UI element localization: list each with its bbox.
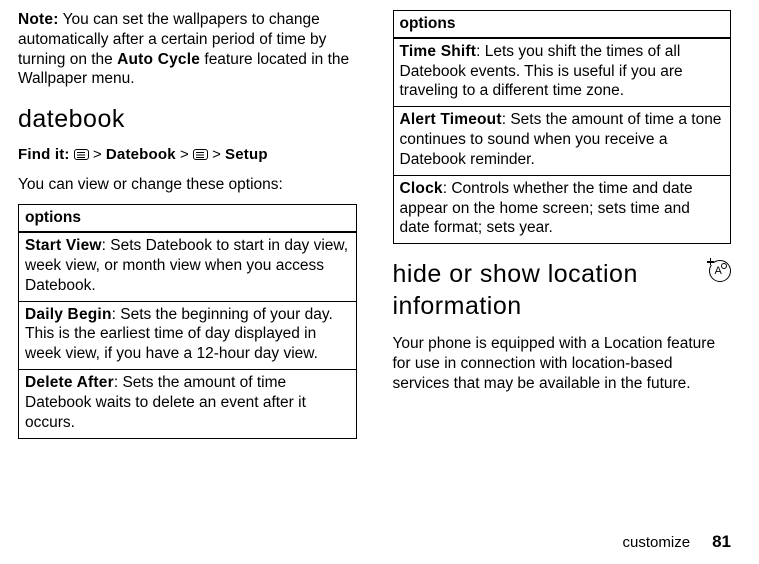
table-row: Delete After: Sets the amount of time Da… bbox=[19, 370, 357, 438]
wallpaper-note: Note: You can set the wallpapers to chan… bbox=[18, 10, 357, 89]
page-number: 81 bbox=[712, 532, 731, 551]
table-row: Start View: Sets Datebook to start in da… bbox=[19, 232, 357, 301]
row-title: Time Shift bbox=[400, 43, 477, 60]
sep3: > bbox=[208, 146, 225, 163]
table-row: Time Shift: Lets you shift the times of … bbox=[393, 38, 731, 107]
table-row: Alert Timeout: Sets the amount of time a… bbox=[393, 107, 731, 175]
find-it-path: Find it: > Datebook > > Setup bbox=[18, 145, 357, 164]
row-title: Clock bbox=[400, 180, 443, 197]
options-header: options bbox=[393, 11, 731, 38]
note-label: Note: bbox=[18, 11, 59, 28]
options-table-left: options Start View: Sets Datebook to sta… bbox=[18, 204, 357, 438]
options-lead: You can view or change these options: bbox=[18, 175, 357, 195]
right-column: options Time Shift: Lets you shift the t… bbox=[393, 10, 732, 439]
find-it-label: Find it: bbox=[18, 146, 70, 163]
table-row: Daily Begin: Sets the beginning of your … bbox=[19, 301, 357, 369]
location-paragraph: Your phone is equipped with a Location f… bbox=[393, 334, 732, 393]
menu-icon bbox=[193, 149, 208, 160]
menu-datebook: Datebook bbox=[106, 146, 176, 163]
menu-setup: Setup bbox=[225, 146, 268, 163]
footer-section: customize bbox=[623, 534, 691, 551]
hide-show-heading: hide or show location information bbox=[393, 258, 732, 322]
auto-cycle-feature: Auto Cycle bbox=[117, 51, 200, 68]
hide-show-section: hide or show location information Your p… bbox=[393, 258, 732, 393]
options-table-right: options Time Shift: Lets you shift the t… bbox=[393, 10, 732, 244]
row-title: Daily Begin bbox=[25, 306, 112, 323]
datebook-heading: datebook bbox=[18, 103, 357, 135]
row-title: Delete After bbox=[25, 374, 114, 391]
sep2: > bbox=[176, 146, 193, 163]
sep1: > bbox=[89, 146, 106, 163]
row-title: Start View bbox=[25, 237, 102, 254]
table-row: Clock: Controls whether the time and dat… bbox=[393, 175, 731, 243]
page-footer: customize 81 bbox=[623, 532, 731, 552]
row-title: Alert Timeout bbox=[400, 111, 502, 128]
options-header: options bbox=[19, 205, 357, 232]
row-body: : Controls whether the time and date app… bbox=[400, 180, 693, 237]
menu-icon bbox=[74, 149, 89, 160]
left-column: Note: You can set the wallpapers to chan… bbox=[18, 10, 357, 439]
